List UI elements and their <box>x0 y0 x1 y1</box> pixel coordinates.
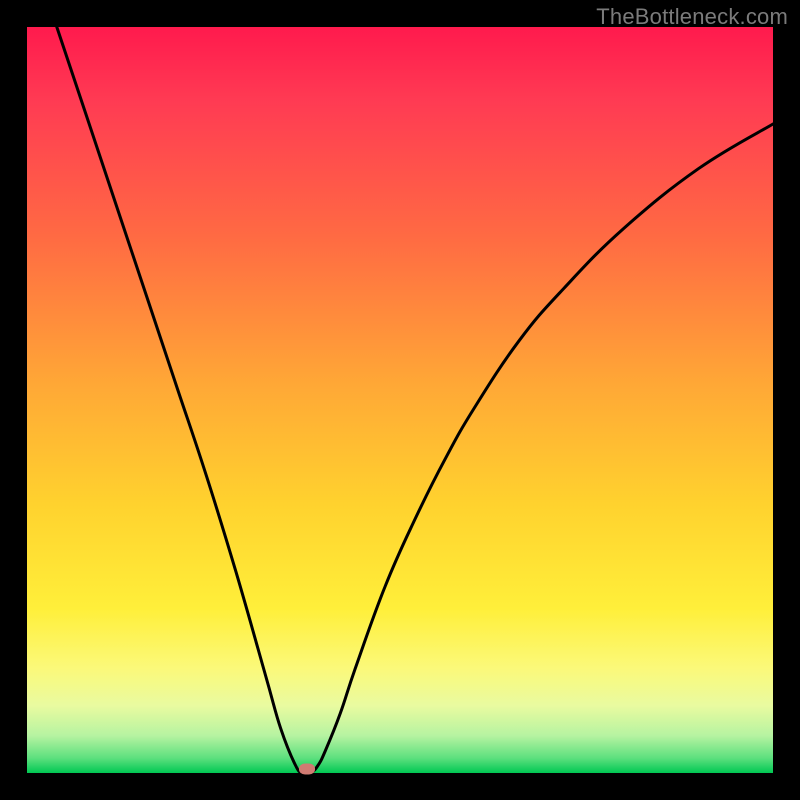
chart-frame: TheBottleneck.com <box>0 0 800 800</box>
watermark-text: TheBottleneck.com <box>596 4 788 30</box>
bottleneck-curve <box>27 27 773 773</box>
gradient-plot-area <box>27 27 773 773</box>
minimum-marker <box>299 764 315 775</box>
curve-path <box>57 27 773 774</box>
